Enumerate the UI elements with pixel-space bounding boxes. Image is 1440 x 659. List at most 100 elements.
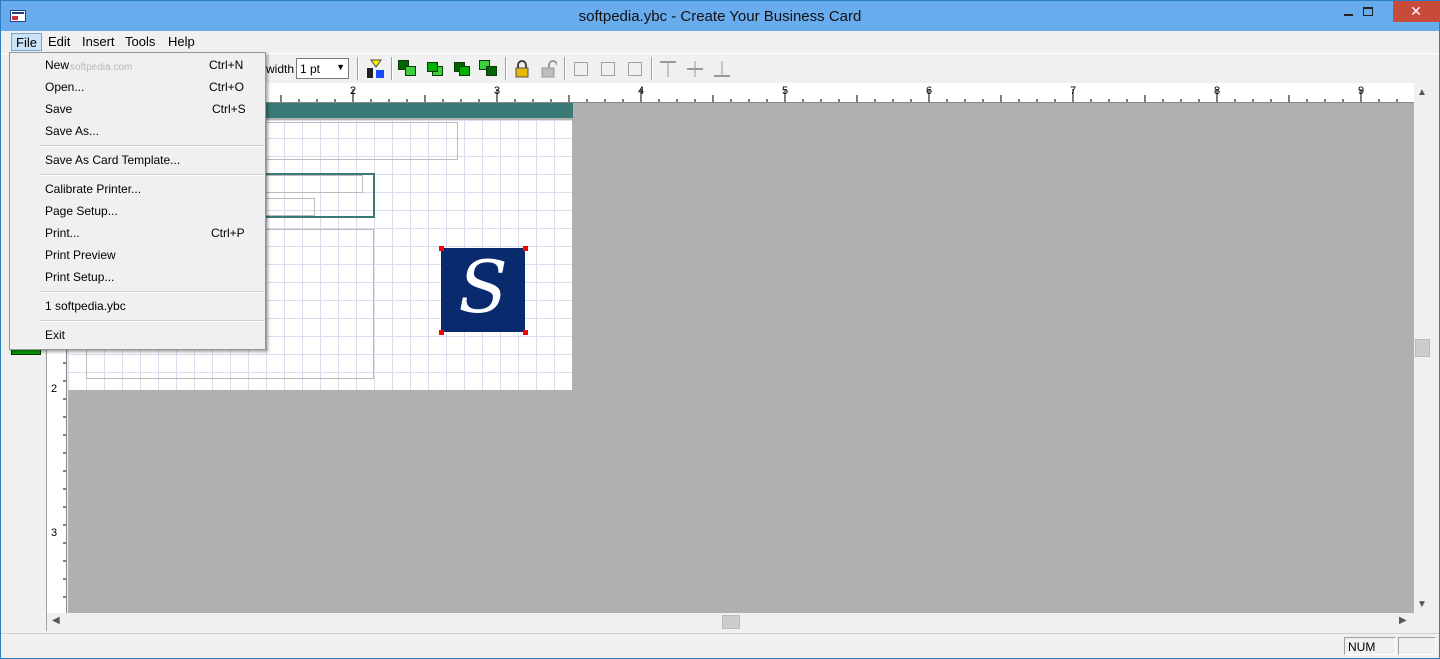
menu-item-save-as-template[interactable]: Save As Card Template... — [11, 149, 264, 171]
vertical-scrollbar[interactable]: ▲ ▼ — [1414, 83, 1431, 613]
menu-tools[interactable]: Tools — [121, 33, 159, 51]
menu-item-label: Exit — [45, 328, 66, 342]
menu-insert[interactable]: Insert — [78, 33, 119, 51]
menu-item-label: 1 softpedia.ybc — [45, 299, 126, 313]
maximize-icon — [1363, 7, 1373, 16]
ruler-number: 2 — [51, 383, 58, 395]
lock-button[interactable] — [510, 57, 534, 80]
unlock-button[interactable] — [537, 57, 561, 80]
horizontal-scrollbar[interactable]: ◀ ▶ — [47, 613, 1414, 631]
ruler-number: 4 — [638, 85, 645, 97]
scroll-left-icon[interactable]: ◀ — [52, 615, 60, 626]
menu-help[interactable]: Help — [164, 33, 199, 51]
toolbar-separator — [391, 57, 393, 80]
logo-image[interactable]: S — [441, 248, 525, 332]
menu-separator — [40, 320, 264, 322]
toolbar-separator — [505, 57, 507, 80]
logo-letter: S — [458, 245, 508, 329]
close-icon: ✕ — [1410, 3, 1422, 19]
text-field-box[interactable] — [258, 175, 363, 193]
close-button[interactable]: ✕ — [1393, 1, 1439, 22]
menu-item-label: Print Preview — [45, 248, 116, 262]
align-bottom-icon — [714, 60, 730, 77]
app-window: softpedia.ybc - Create Your Business Car… — [0, 0, 1440, 659]
menu-item-exit[interactable]: Exit — [11, 324, 264, 346]
design-canvas[interactable]: S — [68, 103, 1414, 613]
fill-color-button[interactable] — [363, 57, 387, 80]
maximize-button[interactable] — [1353, 1, 1383, 22]
align-left-button[interactable] — [569, 57, 593, 80]
align-right-icon — [628, 61, 642, 76]
menu-file[interactable]: File — [11, 33, 42, 51]
align-center-icon — [601, 61, 615, 76]
menu-item-page-setup[interactable]: Page Setup... — [11, 200, 264, 222]
ruler-number: 9 — [1358, 85, 1365, 97]
menu-item-calibrate-printer[interactable]: Calibrate Printer... — [11, 178, 264, 200]
horizontal-scroll-thumb[interactable] — [722, 615, 740, 629]
text-field-box[interactable] — [258, 198, 315, 216]
align-middle-icon — [687, 60, 703, 77]
menu-item-label: Page Setup... — [45, 204, 118, 218]
menu-separator — [40, 174, 264, 176]
line-width-select[interactable]: 1 pt ▼ — [296, 58, 349, 79]
unlock-icon — [541, 59, 557, 77]
menu-item-shortcut: Ctrl+O — [209, 80, 245, 94]
send-backward-icon — [479, 59, 499, 78]
scroll-down-icon[interactable]: ▼ — [1417, 599, 1427, 610]
toolbar-separator — [651, 57, 653, 80]
menu-item-shortcut: Ctrl+S — [212, 102, 246, 116]
toolbar-separator — [564, 57, 566, 80]
menu-item-save-as[interactable]: Save As... — [11, 120, 264, 142]
align-center-button[interactable] — [596, 57, 620, 80]
menu-separator — [40, 145, 264, 147]
scroll-up-icon[interactable]: ▲ — [1417, 87, 1427, 98]
toolbar-separator — [357, 57, 359, 80]
title-bar[interactable]: softpedia.ybc - Create Your Business Car… — [1, 1, 1439, 31]
send-backward-button[interactable] — [477, 57, 501, 80]
resize-handle[interactable] — [439, 246, 444, 251]
ruler-number: 2 — [350, 85, 357, 97]
menu-item-shortcut: Ctrl+P — [211, 226, 245, 240]
menu-item-label: Save — [45, 102, 73, 116]
bring-forward-icon — [452, 60, 472, 78]
menu-item-label: Save As... — [45, 124, 100, 138]
line-width-label: width — [266, 62, 295, 76]
menu-item-new[interactable]: New Ctrl+N — [11, 54, 264, 76]
line-width-value: 1 pt — [300, 62, 321, 76]
menu-item-print[interactable]: Print... Ctrl+P — [11, 222, 264, 244]
menu-item-label: Save As Card Template... — [45, 153, 181, 167]
lock-icon — [515, 59, 529, 77]
menu-item-label: Open... — [45, 80, 85, 94]
ruler-number: 6 — [926, 85, 933, 97]
align-top-button[interactable] — [656, 57, 680, 80]
menu-separator — [40, 291, 264, 293]
scroll-right-icon[interactable]: ▶ — [1399, 615, 1407, 626]
num-lock-indicator: NUM — [1344, 637, 1396, 655]
align-right-button[interactable] — [623, 57, 647, 80]
chevron-down-icon: ▼ — [336, 62, 345, 72]
menu-item-shortcut: Ctrl+N — [209, 58, 244, 72]
status-bar: NUM — [1, 633, 1439, 657]
menu-item-open[interactable]: Open... Ctrl+O — [11, 76, 264, 98]
send-to-back-button[interactable] — [423, 57, 447, 80]
resize-handle[interactable] — [523, 330, 528, 335]
menu-item-print-setup[interactable]: Print Setup... — [11, 266, 264, 288]
align-middle-button[interactable] — [683, 57, 707, 80]
align-bottom-button[interactable] — [710, 57, 734, 80]
ruler-horizontal: 2 3 4 5 6 7 8 9 — [69, 83, 1414, 103]
align-left-icon — [574, 61, 588, 76]
bring-to-front-button[interactable] — [396, 57, 420, 80]
vertical-scroll-thumb[interactable] — [1415, 339, 1430, 357]
resize-handle[interactable] — [523, 246, 528, 251]
menu-item-print-preview[interactable]: Print Preview — [11, 244, 264, 266]
resize-handle[interactable] — [439, 330, 444, 335]
menu-edit[interactable]: Edit — [44, 33, 74, 51]
text-field-box[interactable] — [238, 122, 458, 160]
file-menu-dropdown: softpedia.com New Ctrl+N Open... Ctrl+O … — [9, 52, 266, 350]
menu-item-recent-file[interactable]: 1 softpedia.ybc — [11, 295, 264, 317]
menu-item-save[interactable]: Save Ctrl+S — [11, 98, 264, 120]
bring-forward-button[interactable] — [450, 57, 474, 80]
status-panel — [1398, 637, 1436, 655]
menu-bar: File Edit Insert Tools Help — [1, 31, 1439, 52]
ruler-number: 8 — [1214, 85, 1221, 97]
